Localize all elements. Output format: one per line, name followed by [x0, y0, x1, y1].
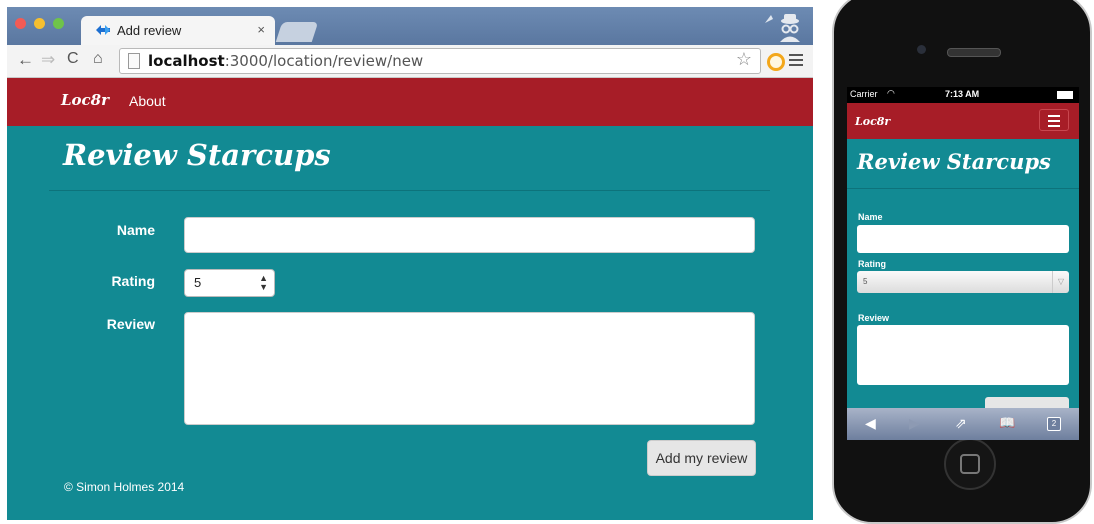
select-arrows-icon: ▲ ▼	[259, 273, 268, 292]
brand-logo[interactable]: Loc8r	[61, 91, 109, 109]
minimize-window-button[interactable]	[34, 18, 45, 29]
battery-icon	[1057, 91, 1073, 99]
incognito-icon	[765, 14, 800, 42]
mobile-navbar: Loc8r	[847, 103, 1079, 139]
browser-window: Add review × ← ⇒ C ⌂ localhost:3000/loca…	[7, 7, 813, 520]
speaker-grille	[947, 48, 1001, 57]
status-time: 7:13 AM	[945, 89, 980, 99]
safari-back-icon[interactable]: ◀	[865, 415, 876, 432]
browser-toolbar: ← ⇒ C ⌂ localhost:3000/location/review/n…	[7, 45, 813, 78]
url-path: :3000/location/review/new	[224, 52, 424, 70]
name-input[interactable]	[184, 217, 755, 253]
extension-icon[interactable]	[767, 53, 785, 71]
tab-close-icon[interactable]: ×	[257, 22, 265, 37]
page-title: Review Starcups	[63, 138, 331, 172]
hamburger-menu-icon[interactable]	[789, 54, 803, 69]
url-text: localhost:3000/location/review/new	[148, 52, 423, 70]
add-review-button[interactable]: Add my review	[647, 440, 756, 476]
url-host: localhost	[148, 52, 225, 70]
review-textarea[interactable]	[184, 312, 755, 425]
mobile-brand-logo[interactable]: Loc8r	[855, 115, 890, 128]
forward-arrow-icon[interactable]: ⇒	[41, 50, 55, 70]
review-label: Review	[106, 316, 155, 332]
phone-screen: Carrier ◠ 7:13 AM Loc8r Review Starcups …	[847, 87, 1079, 440]
footer-copyright: © Simon Holmes 2014	[64, 480, 185, 494]
reload-icon[interactable]: C	[67, 50, 79, 68]
rating-select[interactable]: 5 ▲ ▼	[184, 269, 275, 297]
bookmarks-icon[interactable]: 📖	[999, 415, 1015, 431]
name-label: Name	[116, 222, 155, 238]
mobile-name-input[interactable]	[857, 225, 1069, 253]
safari-forward-icon[interactable]: ▶	[909, 415, 920, 432]
page-viewport: Loc8r About Review Starcups Name Rating …	[7, 78, 813, 520]
mobile-name-label: Name	[858, 212, 883, 222]
back-arrow-icon[interactable]: ←	[17, 50, 34, 70]
home-icon[interactable]: ⌂	[93, 50, 103, 68]
tab-add-review[interactable]: Add review ×	[81, 16, 275, 45]
home-square-icon	[960, 454, 980, 474]
address-bar[interactable]: localhost:3000/location/review/new ☆	[119, 48, 761, 74]
mobile-rating-select[interactable]: 5 ▽	[857, 271, 1069, 293]
chevron-down-icon: ▽	[1052, 271, 1069, 293]
camera-icon	[917, 45, 926, 54]
rating-label: Rating	[111, 273, 155, 289]
star-icon[interactable]: ☆	[736, 49, 752, 70]
mobile-review-textarea[interactable]	[857, 325, 1069, 385]
mobile-page-title: Review Starcups	[857, 149, 1051, 174]
tabs-icon[interactable]: 2	[1047, 417, 1061, 431]
favicon-icon	[96, 25, 110, 35]
mobile-divider	[847, 188, 1079, 189]
ios-status-bar: Carrier ◠ 7:13 AM	[847, 87, 1079, 103]
divider	[49, 190, 770, 191]
safari-toolbar: ◀ ▶ ⇗ 📖 2	[847, 408, 1079, 440]
tab-strip: Add review ×	[7, 7, 813, 45]
site-navbar: Loc8r About	[7, 78, 813, 126]
tab-title: Add review	[117, 23, 182, 38]
mobile-rating-label: Rating	[858, 259, 886, 269]
mobile-rating-value: 5	[863, 277, 868, 286]
page-icon	[128, 53, 140, 69]
wifi-icon: ◠	[887, 88, 895, 98]
new-tab-button[interactable]	[275, 22, 319, 42]
home-button[interactable]	[944, 438, 996, 490]
carrier-label: Carrier	[850, 89, 878, 99]
mobile-menu-toggle[interactable]	[1039, 109, 1069, 131]
rating-selected-value: 5	[194, 275, 202, 290]
share-icon[interactable]: ⇗	[955, 415, 967, 432]
mobile-review-label: Review	[858, 313, 890, 323]
zoom-window-button[interactable]	[53, 18, 64, 29]
close-window-button[interactable]	[15, 18, 26, 29]
nav-link-about[interactable]: About	[129, 93, 166, 109]
